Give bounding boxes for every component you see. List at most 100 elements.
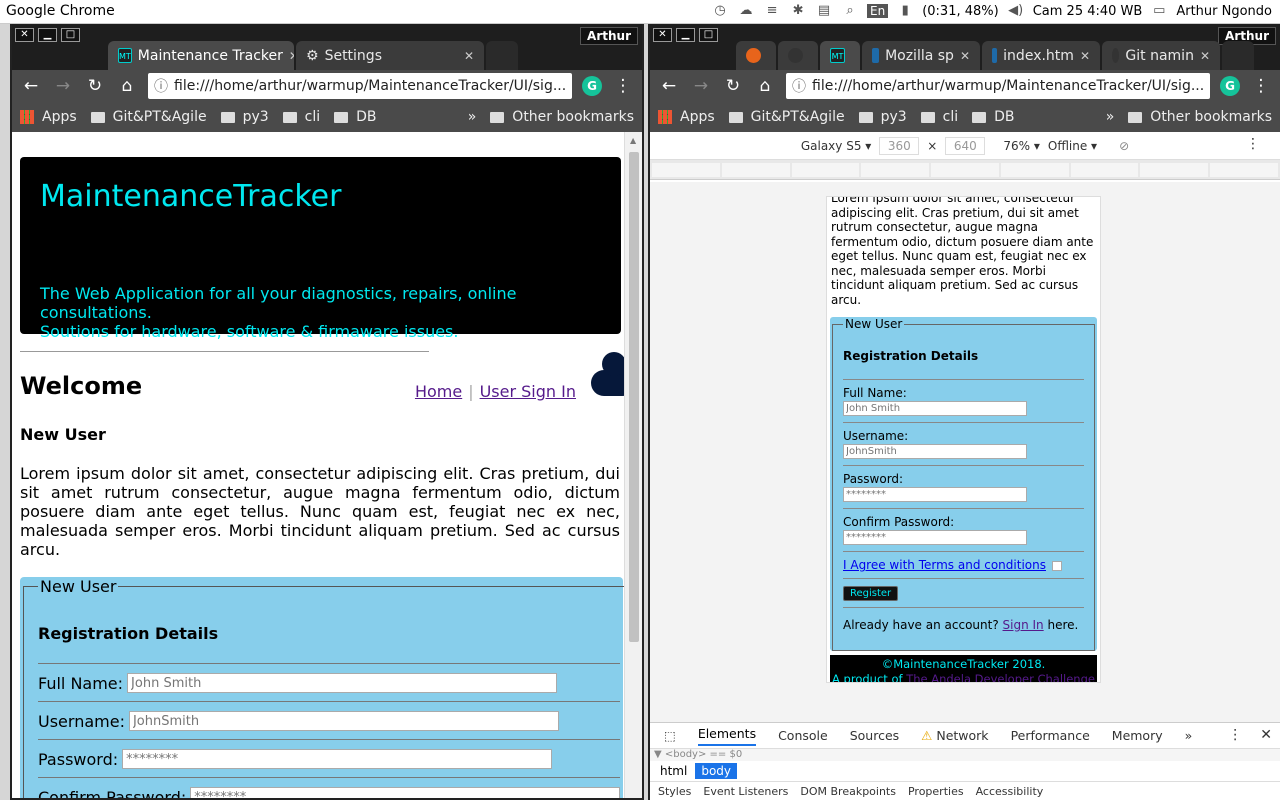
grammarly-icon[interactable]: G (582, 76, 602, 96)
reload-icon[interactable]: ↻ (722, 76, 744, 96)
menu-icon[interactable]: ⋮ (1250, 76, 1272, 96)
tab-memory[interactable]: Memory (1112, 728, 1163, 743)
subtab-accessibility[interactable]: Accessibility (976, 785, 1044, 798)
bookmarks-overflow-icon[interactable]: » (468, 109, 477, 125)
tab-maintenance-tracker[interactable]: MT (820, 41, 860, 70)
maximize-window-icon[interactable]: □ (61, 28, 80, 42)
home-icon[interactable]: ⌂ (116, 76, 138, 96)
minimize-window-icon[interactable]: ▁ (38, 28, 57, 42)
other-bookmarks[interactable]: Other bookmarks (1128, 109, 1272, 125)
close-tab-icon[interactable]: ✕ (289, 49, 294, 63)
datetime[interactable]: Cam 25 4:40 WB (1033, 4, 1143, 19)
tab-sources[interactable]: Sources (850, 728, 899, 743)
settings-icon[interactable]: ✱ (789, 2, 807, 20)
bookmark-folder[interactable]: Git&PT&Agile (728, 109, 845, 125)
battery-status[interactable]: (0:31, 48%) (922, 4, 999, 19)
password-field[interactable] (843, 487, 1027, 502)
tab-performance[interactable]: Performance (1011, 728, 1090, 743)
keyboard-layout[interactable]: En (867, 4, 889, 18)
menu-icon[interactable]: ⋮ (612, 76, 634, 96)
device-width-field[interactable]: 360 (879, 136, 920, 155)
register-button[interactable]: Register (843, 586, 899, 601)
user-avatar-icon[interactable] (588, 352, 626, 398)
devtools-menu-icon[interactable]: ⋮ (1228, 727, 1242, 743)
confirm-password-field[interactable] (190, 787, 621, 798)
close-tab-icon[interactable]: ✕ (960, 49, 970, 63)
bookmark-folder[interactable]: py3 (858, 109, 907, 125)
minimize-window-icon[interactable]: ▁ (676, 28, 695, 42)
tab-index-html[interactable]: index.htm ✕ (982, 41, 1100, 70)
device-more-icon[interactable]: ⋮ (1246, 136, 1260, 152)
list-icon[interactable]: ≡ (763, 2, 781, 20)
grammarly-icon[interactable]: G (1220, 76, 1240, 96)
reload-icon[interactable]: ↻ (84, 76, 106, 96)
close-window-icon[interactable]: ✕ (15, 28, 34, 42)
close-tab-icon[interactable]: ✕ (1080, 49, 1090, 63)
tab-settings[interactable]: ⚙ Settings ✕ (296, 41, 484, 70)
tab-mozilla[interactable]: Mozilla sp ✕ (862, 41, 980, 70)
dictionary-icon[interactable]: ⌕ (841, 2, 859, 20)
bookmark-folder[interactable]: DB (972, 109, 1015, 125)
network-throttle-select[interactable]: Offline ▾ (1048, 139, 1097, 153)
address-bar[interactable]: ⓘ file:///home/arthur/warmup/Maintenance… (786, 73, 1210, 99)
rotate-icon[interactable]: ⊘ (1119, 139, 1129, 153)
home-link[interactable]: Home (415, 382, 462, 401)
fullname-field[interactable] (843, 401, 1027, 416)
clock-icon[interactable]: ◷ (711, 2, 729, 20)
tab-console[interactable]: Console (778, 728, 828, 743)
confirm-password-field[interactable] (843, 530, 1027, 545)
fullname-field[interactable] (127, 673, 558, 693)
close-tab-icon[interactable]: ✕ (464, 49, 474, 63)
subtab-styles[interactable]: Styles (658, 785, 691, 798)
tab-git-naming[interactable]: Git namin ✕ (1102, 41, 1220, 70)
username-field[interactable] (843, 444, 1027, 459)
weather-icon[interactable]: ☁ (737, 2, 755, 20)
info-icon[interactable]: ⓘ (792, 76, 806, 96)
profile-badge[interactable]: Arthur (580, 27, 638, 45)
device-select[interactable]: Galaxy S5 ▾ (801, 139, 871, 153)
back-icon[interactable]: ← (20, 76, 42, 96)
scroll-up-icon[interactable]: ▲ (630, 136, 636, 145)
scrollbar-thumb[interactable] (629, 152, 639, 642)
inspect-element-icon[interactable]: ⬚ (664, 728, 676, 743)
sign-in-link[interactable]: Sign In (1003, 618, 1044, 632)
subtab-event-listeners[interactable]: Event Listeners (703, 785, 788, 798)
home-icon[interactable]: ⌂ (754, 76, 776, 96)
bookmark-apps[interactable]: Apps (20, 109, 77, 125)
username-field[interactable] (128, 711, 559, 731)
forward-icon[interactable]: → (690, 76, 712, 96)
tab-network[interactable]: ⚠ Network (921, 728, 988, 743)
address-bar[interactable]: ⓘ file:///home/arthur/warmup/Maintenance… (148, 73, 572, 99)
close-tab-icon[interactable]: ✕ (1200, 49, 1210, 63)
maximize-window-icon[interactable]: □ (699, 28, 718, 42)
tab-elements[interactable]: Elements (697, 726, 757, 746)
new-tab-button[interactable] (486, 41, 518, 70)
media-query-bar[interactable] (650, 160, 1280, 180)
vertical-scrollbar[interactable]: ▲ (624, 132, 642, 798)
forward-icon[interactable]: → (52, 76, 74, 96)
andela-link[interactable]: The Andela Developer Challenge (906, 672, 1095, 682)
battery-icon[interactable]: ▮ (896, 2, 914, 20)
close-window-icon[interactable]: ✕ (653, 28, 672, 42)
zoom-select[interactable]: 76% ▾ (1003, 139, 1040, 153)
bookmark-folder[interactable]: Git&PT&Agile (90, 109, 207, 125)
back-icon[interactable]: ← (658, 76, 680, 96)
bookmark-apps[interactable]: Apps (658, 109, 715, 125)
info-icon[interactable]: ⓘ (154, 76, 168, 96)
new-tab-button[interactable] (1222, 41, 1254, 70)
device-height-field[interactable]: 640 (945, 136, 986, 155)
bookmark-folder[interactable]: DB (334, 109, 377, 125)
terms-checkbox[interactable] (1051, 560, 1062, 571)
subtab-properties[interactable]: Properties (908, 785, 964, 798)
volume-icon[interactable]: ◀) (1007, 2, 1025, 20)
clipboard-icon[interactable]: ▤ (815, 2, 833, 20)
devtools-close-icon[interactable]: ✕ (1260, 727, 1272, 743)
bookmark-folder[interactable]: cli (282, 109, 320, 125)
bookmark-folder[interactable]: cli (920, 109, 958, 125)
password-field[interactable] (122, 749, 553, 769)
crumb-body[interactable]: body (695, 763, 738, 779)
tab-pinned-firefox[interactable] (736, 41, 776, 70)
terms-link[interactable]: I Agree with Terms and conditions (843, 558, 1046, 572)
devtools-overflow-icon[interactable]: » (1185, 728, 1193, 743)
subtab-dom-breakpoints[interactable]: DOM Breakpoints (800, 785, 896, 798)
